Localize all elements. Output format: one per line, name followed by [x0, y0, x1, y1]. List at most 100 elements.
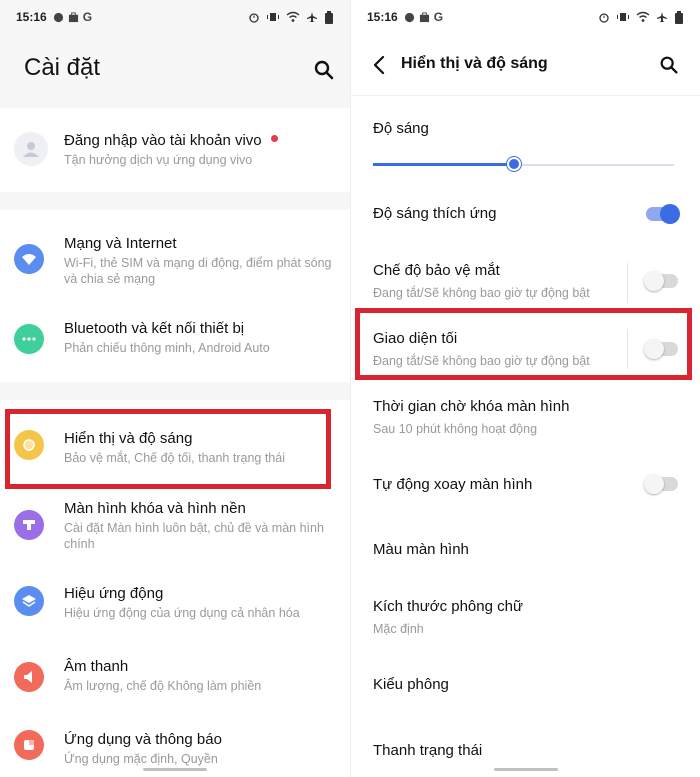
toggle-knob: [644, 339, 664, 359]
status-bar: 15:16 G: [0, 0, 350, 34]
connectivity-card: Mạng và Internet Wi-Fi, thẻ SIM và mạng …: [0, 210, 350, 382]
toggle-knob: [660, 204, 680, 224]
google-icon: G: [82, 10, 93, 24]
battery-icon: [675, 10, 683, 24]
dark-mode-toggle[interactable]: [644, 339, 678, 359]
setting-subtitle: Đang tắt/Sẽ không bao giờ tự động bật: [373, 286, 590, 300]
back-arrow-icon[interactable]: [369, 54, 391, 76]
briefcase-icon: [419, 11, 429, 22]
account-card[interactable]: Đăng nhập vào tài khoản vivo Tận hưởng d…: [0, 108, 350, 192]
alarm-icon: [249, 13, 259, 23]
setting-row-screen-timeout[interactable]: Thời gian chờ khóa màn hình Sau 10 phút …: [351, 388, 700, 448]
brightness-section: Độ sáng: [351, 118, 700, 150]
device-card: Hiển thị và độ sáng Bảo vệ mắt, Chế độ t…: [0, 400, 350, 777]
vibrate-icon: [617, 13, 629, 21]
settings-item-bluetooth[interactable]: Bluetooth và kết nối thiết bị Phản chiếu…: [0, 298, 350, 382]
brightness-icon: [14, 430, 44, 460]
settings-item-title: Âm thanh: [64, 658, 129, 675]
settings-item-subtitle: Cài đặt Màn hình luôn bật, chủ đề và màn…: [64, 521, 324, 551]
bluetooth-icon: [14, 324, 44, 354]
divider: [627, 263, 628, 303]
settings-item-lockscreen[interactable]: Màn hình khóa và hình nền Cài đặt Màn hì…: [0, 488, 350, 568]
apps-icon: [14, 730, 44, 760]
brightness-slider[interactable]: [373, 157, 674, 172]
setting-title: Chế độ bảo vệ mắt: [373, 262, 500, 279]
settings-item-subtitle: Phản chiếu thông minh, Android Auto: [64, 341, 270, 355]
google-icon: G: [433, 10, 444, 24]
settings-item-title: Ứng dụng và thông báo: [64, 731, 222, 748]
vibrate-icon: [267, 13, 279, 21]
toggle-knob: [644, 271, 664, 291]
wifi-status-icon: [636, 11, 650, 22]
setting-row-font-size[interactable]: Kích thước phông chữ Mặc định: [351, 588, 700, 648]
page-title: Hiển thị và độ sáng: [401, 55, 548, 72]
settings-item-display[interactable]: Hiển thị và độ sáng Bảo vệ mắt, Chế độ t…: [0, 400, 350, 488]
alarm-icon: [599, 13, 609, 23]
settings-item-network[interactable]: Mạng và Internet Wi-Fi, thẻ SIM và mạng …: [0, 210, 350, 298]
settings-item-animations[interactable]: Hiệu ứng động Hiệu ứng động của ứng dụng…: [0, 568, 350, 648]
settings-panel: 15:16 G Cài đặt Đăng nhập vào tài khoản …: [0, 0, 350, 777]
setting-row-screen-color[interactable]: Màu màn hình: [351, 528, 700, 572]
brightness-label: Độ sáng: [373, 120, 429, 137]
setting-row-adaptive-brightness[interactable]: Độ sáng thích ứng: [351, 186, 700, 242]
display-settings-panel: 15:16 G Hiển thị và độ sáng Độ sáng Độ s…: [350, 0, 700, 777]
battery-icon: [325, 10, 333, 24]
speaker-icon: [14, 662, 44, 692]
setting-title: Kiểu phông: [373, 676, 449, 693]
setting-title: Độ sáng thích ứng: [373, 205, 497, 222]
screenshot-root: 15:16 G Cài đặt Đăng nhập vào tài khoản …: [0, 0, 700, 777]
account-row[interactable]: Đăng nhập vào tài khoản vivo Tận hưởng d…: [0, 108, 350, 192]
home-indicator[interactable]: [494, 768, 558, 771]
home-indicator[interactable]: [143, 768, 207, 771]
setting-row-eye-protection[interactable]: Chế độ bảo vệ mắt Đang tắt/Sẽ không bao …: [351, 250, 700, 310]
page-title: Cài đặt: [24, 54, 101, 81]
account-subtitle: Tận hưởng dịch vụ ứng dụng vivo: [64, 153, 253, 167]
status-time: 15:16: [367, 10, 398, 24]
setting-row-auto-rotate[interactable]: Tự động xoay màn hình: [351, 462, 700, 508]
setting-subtitle: Đang tắt/Sẽ không bao giờ tự động bật: [373, 354, 590, 368]
messenger-icon: [53, 12, 63, 22]
setting-title: Màu màn hình: [373, 541, 469, 558]
app-bar: Hiển thị và độ sáng: [351, 34, 700, 96]
avatar: [14, 132, 48, 166]
search-icon[interactable]: [312, 58, 336, 82]
wifi-icon: [14, 244, 44, 274]
eye-protection-toggle[interactable]: [644, 271, 678, 291]
setting-title: Giao diện tối: [373, 330, 458, 347]
search-icon[interactable]: [658, 54, 680, 76]
notification-badge: [271, 135, 278, 142]
wallpaper-icon: [14, 510, 44, 540]
adaptive-brightness-toggle[interactable]: [646, 204, 680, 224]
setting-row-font-style[interactable]: Kiểu phông: [351, 664, 700, 708]
settings-item-title: Bluetooth và kết nối thiết bị: [64, 320, 245, 337]
setting-row-dark-mode[interactable]: Giao diện tối Đang tắt/Sẽ không bao giờ …: [351, 316, 700, 378]
status-time: 15:16: [16, 10, 47, 24]
slider-fill: [373, 163, 515, 166]
user-icon: [23, 142, 39, 157]
settings-item-subtitle: Hiệu ứng động của ứng dụng cả nhân hóa: [64, 606, 300, 620]
airplane-icon: [307, 12, 317, 22]
setting-title: Tự động xoay màn hình: [373, 476, 533, 493]
messenger-icon: [404, 12, 414, 22]
setting-subtitle: Mặc định: [373, 622, 424, 636]
setting-title: Kích thước phông chữ: [373, 598, 523, 615]
toggle-knob: [644, 474, 664, 494]
setting-title: Thanh trạng thái: [373, 742, 483, 759]
setting-row-status-bar[interactable]: Thanh trạng thái: [351, 728, 700, 772]
settings-item-subtitle: Bảo vệ mắt, Chế độ tối, thanh trạng thái: [64, 451, 285, 465]
airplane-icon: [657, 12, 667, 22]
status-right-icons: [598, 10, 684, 24]
wifi-status-icon: [286, 11, 300, 22]
settings-item-sound[interactable]: Âm thanh Âm lượng, chế độ Không làm phiề…: [0, 648, 350, 716]
settings-item-subtitle: Wi-Fi, thẻ SIM và mạng di động, điểm phá…: [64, 256, 332, 286]
auto-rotate-toggle[interactable]: [644, 474, 678, 494]
account-title: Đăng nhập vào tài khoản vivo: [64, 132, 262, 149]
settings-item-subtitle: Ứng dụng mặc định, Quyền: [64, 752, 218, 766]
settings-item-title: Mạng và Internet: [64, 235, 177, 252]
layers-icon: [14, 586, 44, 616]
settings-item-title: Hiệu ứng động: [64, 585, 164, 602]
slider-thumb[interactable]: [507, 157, 522, 171]
divider: [627, 329, 628, 369]
settings-item-title: Màn hình khóa và hình nền: [64, 500, 246, 517]
status-bar: 15:16 G: [351, 0, 700, 34]
